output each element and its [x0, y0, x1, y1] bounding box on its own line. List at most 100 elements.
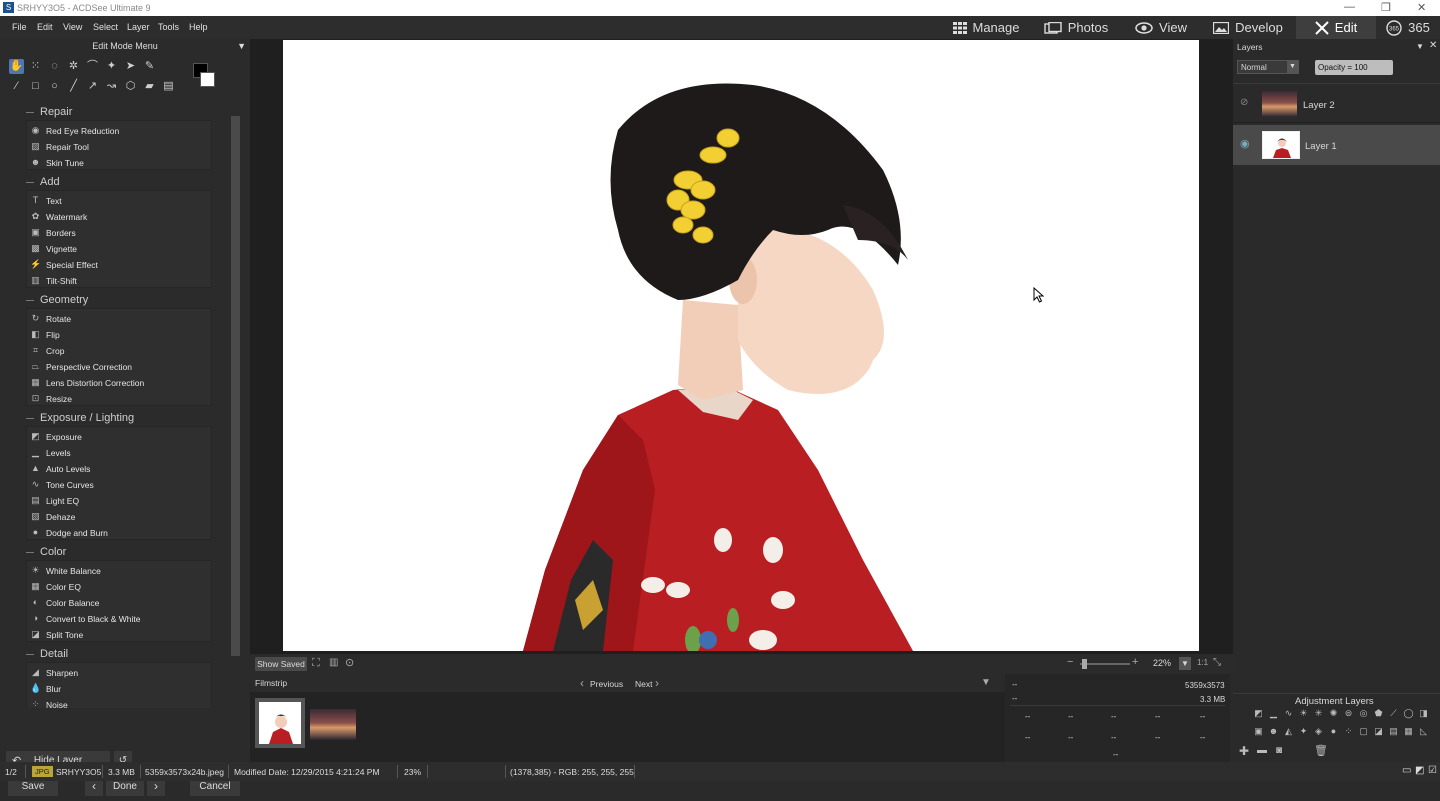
tool-text[interactable]: T Text [30, 193, 62, 208]
smart-brush-icon[interactable]: ✦ [104, 59, 119, 74]
mask-adjust-icon[interactable]: ⬟ [1371, 708, 1386, 722]
blend-mode-select[interactable]: Normal ▼ [1237, 60, 1299, 74]
menu-help[interactable]: Help [189, 22, 208, 32]
tool-blur[interactable]: 💧 Blur [30, 681, 61, 696]
previous-link[interactable]: Previous [590, 679, 623, 689]
exposure-adjust-icon[interactable]: ◩ [1251, 708, 1266, 722]
mode-view[interactable]: View [1124, 16, 1198, 39]
duplicate-layer-icon[interactable]: ▬ [1257, 745, 1267, 756]
freehand-select-icon[interactable]: ◌ [47, 59, 62, 74]
tool-crop[interactable]: ⌗ Crop [30, 343, 64, 358]
tool-exposure[interactable]: ◩ Exposure [30, 429, 82, 444]
tool-levels[interactable]: ▁ Levels [30, 445, 71, 460]
split-adjust-icon[interactable]: ◪ [1371, 726, 1386, 740]
tool-tone-curves[interactable]: ∿ Tone Curves [30, 477, 94, 492]
tool-sharpen[interactable]: ◢ Sharpen [30, 665, 78, 680]
layer-row[interactable]: ⊘ Layer 2 [1233, 83, 1440, 123]
tool-resize[interactable]: ⊡ Resize [30, 391, 72, 406]
fullscreen-icon[interactable]: ⛶ [312, 657, 320, 670]
zoom-out-icon[interactable]: − [1067, 656, 1073, 668]
menu-edit[interactable]: Edit [37, 22, 53, 32]
group-header-detail[interactable]: Detail [26, 648, 68, 660]
minimize-button[interactable]: — [1344, 1, 1355, 13]
trash-icon[interactable]: 🗑 [1314, 744, 1328, 757]
tool-perspective-correction[interactable]: ⏢ Perspective Correction [30, 359, 132, 374]
pattern-adjust-icon[interactable]: ▦ [1401, 726, 1416, 740]
main-image[interactable] [283, 40, 1199, 651]
tool-noise[interactable]: ⁘ Noise [30, 697, 68, 708]
tool-watermark[interactable]: ✿ Watermark [30, 209, 88, 224]
mode-edit[interactable]: Edit [1296, 16, 1376, 39]
arrow-line-icon[interactable]: ↗ [85, 79, 100, 94]
photo-adjust-icon[interactable]: ▣ [1251, 726, 1266, 740]
tool-color-balance[interactable]: ◐ Color Balance [30, 595, 100, 610]
menu-layer[interactable]: Layer [127, 22, 150, 32]
tool-split-tone[interactable]: ◪ Split Tone [30, 627, 83, 642]
tool-special-effect[interactable]: ⚡ Special Effect [30, 257, 98, 272]
menu-select[interactable]: Select [93, 22, 118, 32]
move-icon[interactable]: ➤ [123, 59, 138, 74]
group-header-exposure[interactable]: Exposure / Lighting [26, 412, 134, 424]
color-adjust-icon[interactable]: ◎ [1356, 708, 1371, 722]
effect-adjust-icon[interactable]: ✦ [1296, 726, 1311, 740]
menu-tools[interactable]: Tools [158, 22, 179, 32]
levels-adjust-icon[interactable]: ▁ [1266, 708, 1281, 722]
next-link[interactable]: Next [635, 679, 652, 689]
show-saved-button[interactable]: Show Saved [255, 657, 307, 671]
chart-adjust-icon[interactable]: ◺ [1416, 726, 1431, 740]
add-layer-icon[interactable]: ✚ [1239, 744, 1249, 758]
border-adjust-icon[interactable]: ▢ [1356, 726, 1371, 740]
actual-size-button[interactable]: 1:1 [1197, 658, 1208, 667]
pan-tool-icon[interactable]: ✋ [9, 59, 24, 74]
tool-white-balance[interactable]: ☀ White Balance [30, 563, 100, 578]
tool-dehaze[interactable]: ▧ Dehaze [30, 509, 75, 524]
menu-view[interactable]: View [63, 22, 82, 32]
tool-tilt-shift[interactable]: ▥ Tilt-Shift [30, 273, 77, 288]
fit-icon[interactable]: ⤡ [1213, 657, 1221, 668]
balance-adjust-icon[interactable]: ✳ [1311, 708, 1326, 722]
compare-icon[interactable]: ◩ [1415, 765, 1424, 776]
group-header-color[interactable]: Color [26, 546, 66, 558]
chevron-right-icon[interactable]: › [655, 676, 659, 690]
ellipse-select-icon[interactable]: ○ [47, 79, 62, 94]
tool-lens-distortion[interactable]: ▦ Lens Distortion Correction [30, 375, 144, 390]
magic-wand-icon[interactable]: ✲ [66, 59, 81, 74]
opacity-field[interactable]: Opacity = 100 [1315, 60, 1393, 75]
mode-photos[interactable]: Photos [1036, 16, 1116, 39]
tool-convert-bw[interactable]: ◑ Convert to Black & White [30, 611, 141, 626]
scrollbar-thumb[interactable] [231, 116, 240, 656]
mask-layer-icon[interactable]: ◙ [1276, 745, 1282, 756]
brush-icon[interactable]: ⁄ [9, 79, 24, 94]
zoom-dropdown[interactable]: ▼ [1179, 657, 1191, 670]
tool-skin-tune[interactable]: ☻ Skin Tune [30, 155, 84, 170]
tool-auto-levels[interactable]: ▲ Auto Levels [30, 461, 90, 476]
tool-red-eye-reduction[interactable]: ◉ Red Eye Reduction [30, 123, 120, 138]
blur-adjust-icon[interactable]: ● [1326, 726, 1341, 740]
restore-button[interactable]: ❐ [1381, 1, 1391, 14]
person-adjust-icon[interactable]: ☻ [1266, 726, 1281, 740]
visibility-hidden-icon[interactable]: ⊘ [1240, 97, 1248, 108]
mode-develop[interactable]: Develop [1204, 16, 1292, 39]
lasso-icon[interactable]: ⌒ [85, 59, 100, 74]
chevron-left-icon[interactable]: ‹ [580, 676, 584, 690]
curves-adjust-icon[interactable]: ∿ [1281, 708, 1296, 722]
tool-borders[interactable]: ▣ Borders [30, 225, 76, 240]
eye-icon[interactable]: ◉ [1240, 137, 1250, 150]
chevron-down-icon[interactable]: ▼ [1416, 42, 1424, 51]
group-header-geometry[interactable]: Geometry [26, 294, 88, 306]
tool-repair[interactable]: ▨ Repair Tool [30, 139, 89, 154]
white-balance-adjust-icon[interactable]: ✺ [1326, 708, 1341, 722]
bw-adjust-icon[interactable]: ◨ [1416, 708, 1431, 722]
group-header-add[interactable]: Add [26, 176, 60, 188]
eraser-icon[interactable]: ▰ [142, 79, 157, 94]
zoom-value[interactable]: 22% [1153, 658, 1171, 668]
hsl-adjust-icon[interactable]: ⊜ [1341, 708, 1356, 722]
eyedropper-icon[interactable]: ✎ [142, 59, 157, 74]
filmstrip-thumb-1[interactable] [255, 698, 305, 748]
tool-dodge-burn[interactable]: ● Dodge and Burn [30, 525, 108, 540]
chevron-down-icon[interactable]: ▼ [237, 39, 246, 53]
background-color-swatch[interactable] [200, 72, 215, 87]
group-header-repair[interactable]: Repair [26, 106, 72, 118]
tilt-adjust-icon[interactable]: ◭ [1281, 726, 1296, 740]
play-icon[interactable]: ⊙ [345, 656, 354, 669]
